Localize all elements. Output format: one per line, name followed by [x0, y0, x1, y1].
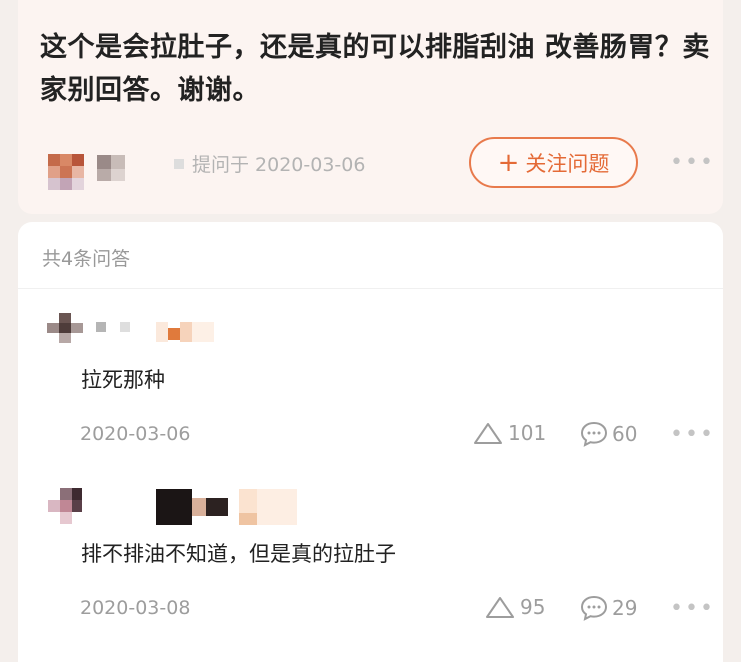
comment-button[interactable]: 29 [580, 595, 637, 621]
comment-icon [580, 595, 608, 621]
like-icon [474, 423, 502, 444]
more-icon[interactable]: ••• [670, 596, 715, 621]
more-icon[interactable]: ••• [670, 422, 715, 447]
answer-text: 排不排油不知道，但是真的拉肚子 [81, 542, 396, 566]
more-icon[interactable]: ••• [670, 150, 715, 175]
answer-text: 拉死那种 [81, 368, 165, 392]
comment-button[interactable]: 60 [580, 421, 637, 447]
answers-count: 共4条问答 [42, 248, 131, 270]
plus-icon: + [497, 147, 520, 178]
comment-icon [580, 421, 608, 447]
like-button[interactable]: 101 [472, 421, 546, 445]
answer-date: 2020-03-08 [80, 597, 191, 619]
asked-time: 提问于 2020-03-06 [174, 150, 365, 177]
like-button[interactable]: 95 [484, 595, 545, 619]
like-icon [486, 597, 514, 618]
follow-question-button[interactable]: + 关注问题 [469, 137, 638, 188]
divider [18, 288, 723, 289]
question-title: 这个是会拉肚子，还是真的可以排脂刮油 改善肠胃？卖家别回答。谢谢。 [40, 32, 710, 106]
answer-date: 2020-03-06 [80, 423, 191, 445]
